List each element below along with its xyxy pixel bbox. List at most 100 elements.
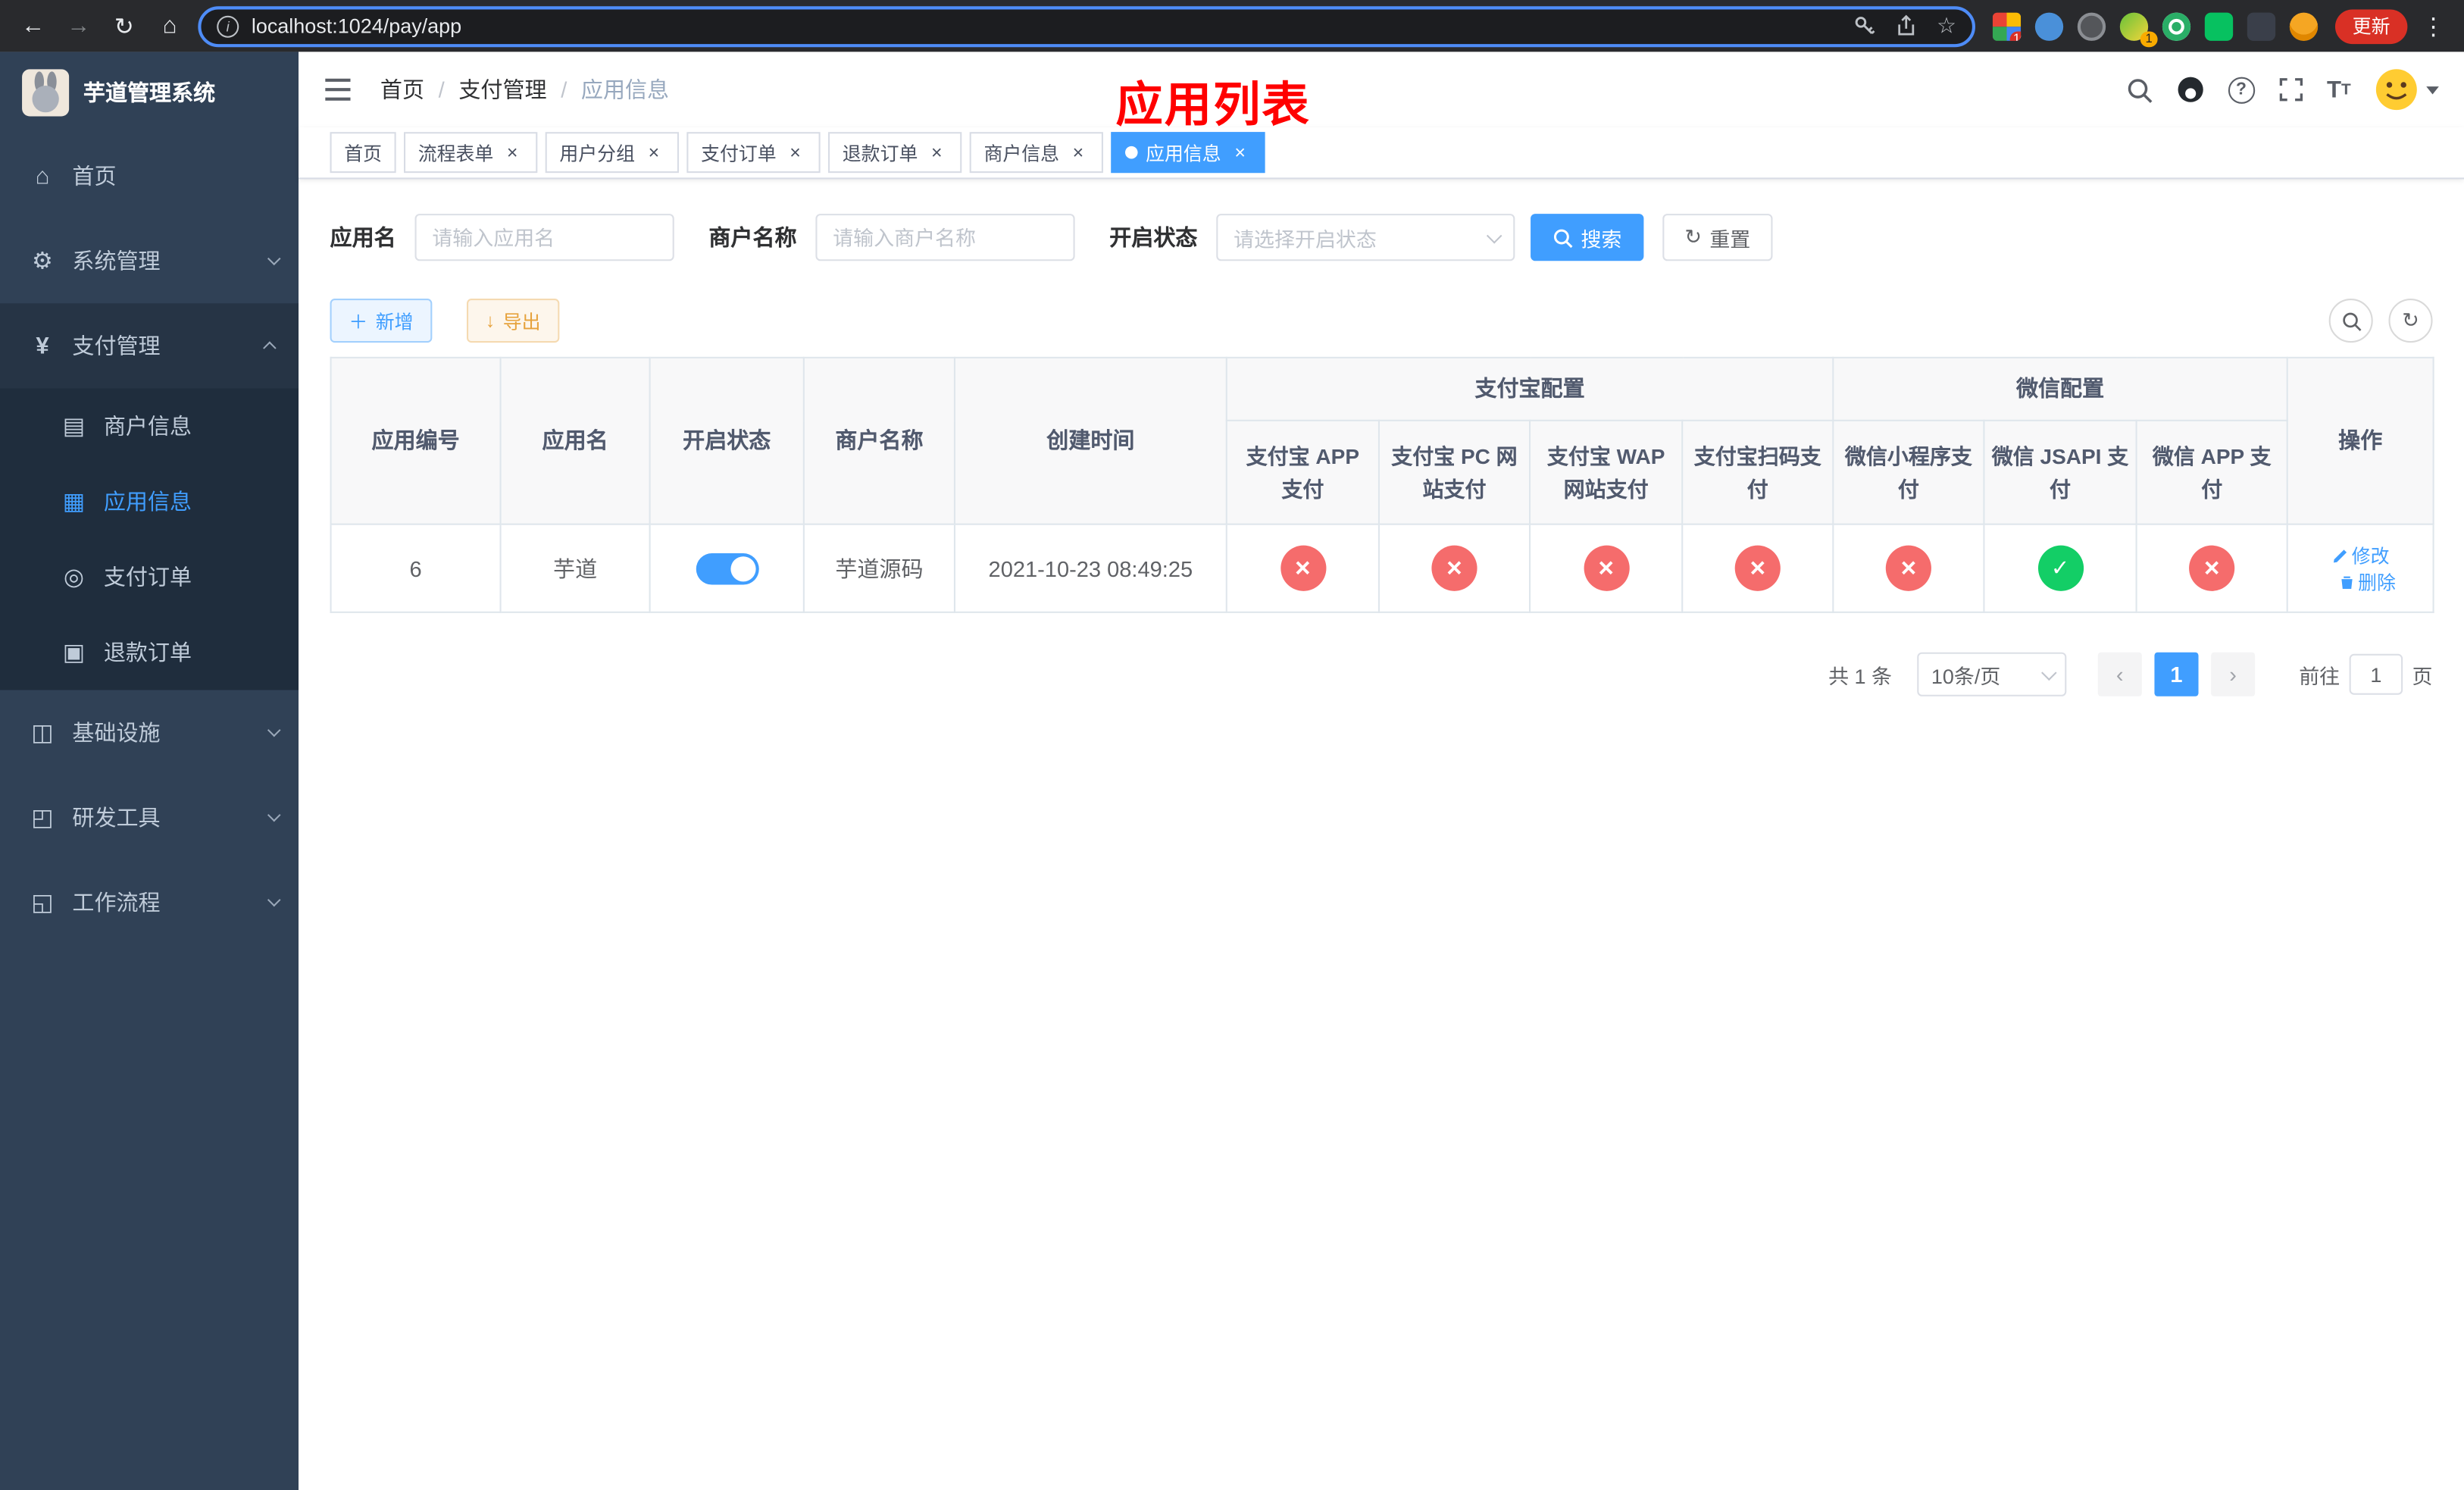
sidebar-item-system[interactable]: ⚙ 系统管理 — [0, 218, 299, 303]
extension-icon-2[interactable] — [2034, 11, 2064, 40]
edit-link[interactable]: 修改 — [2331, 541, 2390, 568]
sidebar-item-workflow[interactable]: ◱ 工作流程 — [0, 859, 299, 944]
breadcrumb-payment[interactable]: 支付管理 — [458, 74, 546, 105]
cell-status — [649, 523, 805, 613]
chevron-down-icon — [2040, 664, 2057, 681]
sidebar-item-refund-orders[interactable]: ▣ 退款订单 — [0, 615, 299, 690]
reset-button[interactable]: ↻ 重置 — [1662, 214, 1773, 261]
col-alipay-wap: 支付宝 WAP 网站支付 — [1529, 419, 1684, 525]
breadcrumb-current: 应用信息 — [580, 77, 670, 102]
tab-process-form[interactable]: 流程表单 × — [404, 132, 538, 174]
sidebar-item-home[interactable]: ⌂ 首页 — [0, 133, 299, 218]
goto-page-input[interactable] — [2349, 653, 2403, 695]
browser-update-button[interactable]: 更新 — [2334, 8, 2408, 44]
password-key-icon[interactable] — [1853, 14, 1877, 38]
tab-home[interactable]: 首页 — [330, 132, 396, 174]
page-size-select[interactable]: 10条/页 — [1917, 652, 2067, 696]
status-select[interactable]: 请选择开启状态 — [1216, 214, 1515, 261]
col-wechat-app: 微信 APP 支付 — [2135, 419, 2288, 525]
tabs-bar: 首页 流程表单 × 用户分组 × 支付订单 × 退款订单 × 商户信息 × 应用… — [299, 127, 2464, 180]
hide-search-button[interactable] — [2328, 299, 2373, 343]
tab-payment-orders[interactable]: 支付订单 × — [686, 132, 821, 174]
next-page-button[interactable]: › — [2211, 652, 2256, 696]
page-content: 应用名 商户名称 开启状态 请选择开启状态 搜索 ↻ 重置 — [299, 179, 2464, 1490]
address-bar[interactable]: i localhost:1024/pay/app ☆ — [198, 5, 1975, 47]
bookmark-star-icon[interactable]: ☆ — [1937, 13, 1956, 39]
browser-forward-icon[interactable]: → — [61, 13, 96, 39]
extension-icon-3[interactable] — [2077, 11, 2106, 40]
delete-link[interactable]: 删除 — [2337, 568, 2396, 595]
table-row: 6 芋道 芋道源码 2021-10-23 08:49:25 × × × × × … — [330, 523, 2434, 613]
active-dot — [1125, 146, 1138, 159]
search-button-label: 搜索 — [1581, 227, 1622, 251]
tab-label: 商户信息 — [983, 142, 1060, 164]
extension-icon-1[interactable]: 10 — [1992, 11, 2022, 40]
fullscreen-icon[interactable] — [2278, 77, 2303, 102]
browser-back-icon[interactable]: ← — [16, 13, 51, 39]
extension-icon-4[interactable]: 1 — [2119, 11, 2158, 47]
sidebar-item-dev-tools[interactable]: ◰ 研发工具 — [0, 775, 299, 859]
extension-icon-5[interactable] — [2162, 11, 2191, 40]
app-logo[interactable]: 芋道管理系统 — [0, 52, 299, 133]
search-icon[interactable] — [2126, 77, 2153, 103]
github-icon[interactable] — [2176, 76, 2204, 104]
tab-close-icon[interactable]: × — [1067, 142, 1089, 164]
cell-actions: 修改 删除 — [2286, 523, 2434, 613]
app-name-input[interactable] — [414, 214, 674, 261]
sidebar-item-payment-orders[interactable]: ◎ 支付订单 — [0, 539, 299, 615]
current-page-button[interactable]: 1 — [2154, 652, 2199, 696]
share-icon[interactable] — [1896, 14, 1918, 38]
address-bar-actions: ☆ — [1853, 13, 1956, 39]
page-overlay-title: 应用列表 — [1115, 80, 1311, 133]
sidebar-item-infrastructure[interactable]: ◫ 基础设施 — [0, 690, 299, 775]
sidebar-item-merchant-info[interactable]: ▤ 商户信息 — [0, 388, 299, 464]
refresh-table-button[interactable]: ↻ — [2388, 299, 2433, 343]
tab-close-icon[interactable]: × — [784, 142, 806, 164]
tab-close-icon[interactable]: × — [1229, 142, 1251, 164]
export-button[interactable]: ↓ 导出 — [467, 299, 560, 343]
sidebar-item-app-info[interactable]: ▦ 应用信息 — [0, 464, 299, 540]
tab-label: 流程表单 — [417, 142, 494, 164]
browser-menu-icon[interactable]: ⋮ — [2419, 12, 2448, 40]
help-icon[interactable]: ? — [2228, 76, 2255, 103]
breadcrumb-home[interactable]: 首页 — [380, 74, 424, 105]
prev-page-button[interactable]: ‹ — [2097, 652, 2142, 696]
col-actions: 操作 — [2286, 356, 2434, 525]
tab-close-icon[interactable]: × — [643, 142, 664, 164]
pagination: 共 1 条 10条/页 ‹ 1 › 前往 页 — [330, 652, 2433, 696]
add-button[interactable]: ＋ 新增 — [330, 299, 433, 343]
font-size-icon[interactable]: TT — [2327, 77, 2351, 103]
user-menu[interactable] — [2375, 67, 2439, 111]
merchant-name-input[interactable] — [815, 214, 1075, 261]
dashboard-icon: ⌂ — [35, 162, 50, 189]
alipay-wap-status-icon — [1583, 545, 1629, 591]
hamburger-icon[interactable] — [324, 74, 355, 105]
tab-close-icon[interactable]: × — [502, 142, 524, 164]
tab-label: 应用信息 — [1146, 142, 1221, 164]
browser-reload-icon[interactable]: ↻ — [107, 12, 142, 40]
order-icon: ◎ — [63, 564, 85, 591]
extension-icon-6[interactable] — [2204, 11, 2234, 40]
alipay-qr-status-icon — [1734, 545, 1781, 591]
cell-merchant: 芋道源码 — [802, 523, 955, 613]
status-toggle[interactable] — [695, 552, 758, 584]
refresh-icon: ↻ — [1684, 224, 1702, 249]
extension-icon-7[interactable] — [2247, 11, 2276, 40]
card-icon: ▤ — [62, 413, 86, 440]
browser-home-icon[interactable]: ⌂ — [152, 13, 187, 39]
tab-label: 退款订单 — [842, 142, 918, 164]
search-button[interactable]: 搜索 — [1531, 214, 1644, 261]
extension-icon-8[interactable] — [2289, 11, 2319, 40]
col-group-wechat: 微信配置 — [1832, 356, 2288, 421]
tab-user-group[interactable]: 用户分组 × — [545, 132, 680, 174]
tab-app-info[interactable]: 应用信息 × — [1111, 132, 1265, 174]
logo-avatar — [22, 69, 70, 117]
site-info-icon[interactable]: i — [217, 14, 239, 37]
chevron-down-icon — [2426, 86, 2439, 94]
tab-close-icon[interactable]: × — [926, 142, 948, 164]
tab-merchant-info[interactable]: 商户信息 × — [969, 132, 1104, 174]
cell-created: 2021-10-23 08:49:25 — [953, 523, 1227, 613]
sidebar-item-label: 基础设施 — [72, 719, 161, 746]
tab-refund-orders[interactable]: 退款订单 × — [828, 132, 962, 174]
sidebar-item-payment[interactable]: ¥ 支付管理 — [0, 303, 299, 389]
